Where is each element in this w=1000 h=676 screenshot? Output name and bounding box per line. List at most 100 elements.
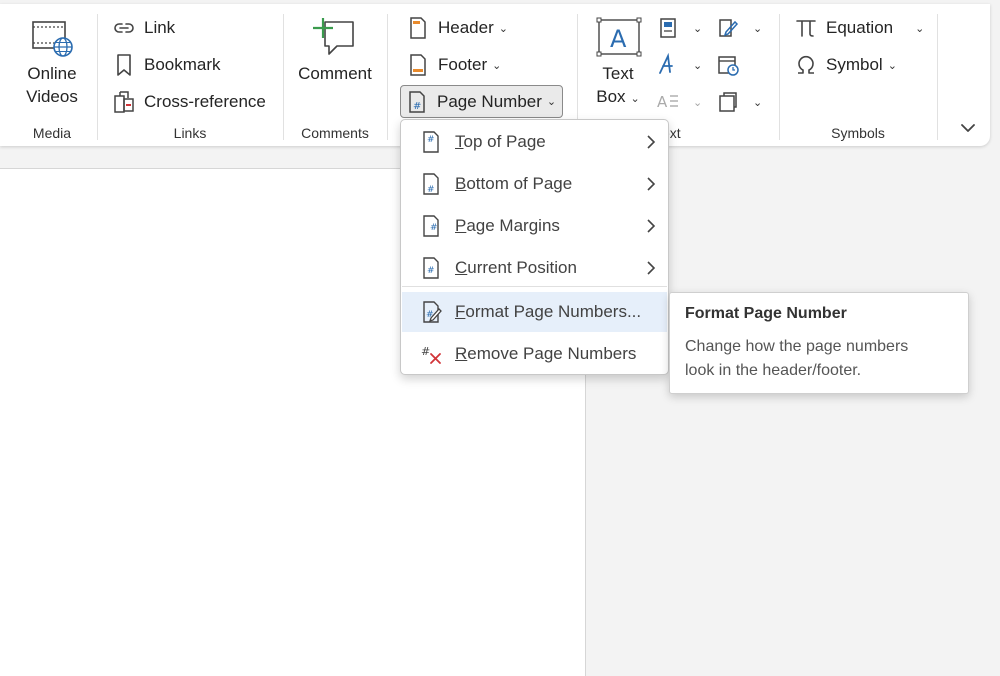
quick-parts-button[interactable]: ⌄ (656, 13, 702, 43)
chevron-down-icon: ⌄ (498, 22, 508, 35)
chevron-right-icon (647, 261, 656, 275)
chevron-down-icon: ⌄ (753, 22, 763, 35)
signature-line-icon (716, 16, 740, 40)
footer-button[interactable]: Footer ⌄ (406, 50, 501, 80)
svg-text:#: # (427, 135, 435, 145)
group-label-media: Media (32, 125, 72, 141)
svg-text:A: A (657, 93, 668, 111)
svg-text:#: # (427, 185, 435, 195)
cross-reference-label: Cross-reference (144, 92, 266, 111)
menu-item-current-position[interactable]: # Current Position (402, 248, 667, 288)
online-videos-icon (32, 21, 73, 57)
cross-reference-button[interactable]: Cross-reference (112, 87, 266, 117)
menu-item-label: Format Page Numbers... (455, 302, 642, 321)
remove-page-number-icon: # (419, 342, 443, 366)
bookmark-button[interactable]: Bookmark (112, 50, 221, 80)
page-number-icon: # (405, 90, 429, 114)
chevron-down-icon: ⌄ (887, 59, 897, 72)
comment-label: Comment (298, 64, 372, 83)
chevron-down-icon: ⌄ (693, 22, 703, 35)
drop-cap-button[interactable]: A ⌄ (656, 87, 702, 117)
object-icon (716, 90, 740, 114)
page-number-menu: # Top of Page # Bottom of Page # Page Ma… (400, 119, 669, 375)
menu-item-label: Bottom of Page (455, 174, 573, 193)
tooltip-body-line: look in the header/footer. (685, 362, 862, 379)
group-comments: Comment Comments (284, 4, 386, 146)
menu-item-label: Page Margins (455, 216, 560, 235)
text-box-button[interactable]: A Text Box ⌄ (590, 16, 646, 111)
text-box-icon: A (596, 17, 642, 57)
group-symbols: Equation ⌄ Symbol ⌄ Symbols (780, 4, 936, 146)
chevron-down-icon: ⌄ (546, 96, 557, 108)
svg-text:#: # (413, 101, 421, 112)
tooltip-title: Format Page Number (685, 305, 847, 322)
menu-divider (402, 286, 667, 287)
symbol-button[interactable]: Symbol ⌄ (794, 50, 897, 80)
svg-text:#: # (421, 345, 430, 358)
header-button[interactable]: Header ⌄ (406, 13, 508, 43)
drop-cap-icon: A (656, 90, 680, 114)
equation-button[interactable]: Equation ⌄ (794, 13, 924, 43)
page-top-number-icon: # (419, 130, 443, 154)
group-label-links: Links (173, 125, 207, 141)
symbol-label: Symbol (826, 55, 883, 74)
svg-text:#: # (430, 223, 438, 233)
bookmark-icon (112, 53, 136, 77)
chevron-down-icon: ⌄ (693, 96, 703, 109)
chevron-right-icon (647, 219, 656, 233)
header-label: Header (438, 18, 494, 37)
separator (937, 14, 938, 140)
comment-icon (313, 18, 354, 55)
equation-label: Equation (826, 18, 894, 37)
chevron-down-icon: ⌄ (753, 96, 763, 109)
text-box-label-2: Box ⌄ (596, 87, 640, 106)
link-icon (112, 16, 136, 40)
footer-icon (406, 53, 430, 77)
chevron-down-icon: ⌄ (693, 59, 703, 72)
pi-icon (794, 16, 818, 40)
comment-button[interactable]: Comment (294, 16, 376, 85)
link-label: Link (144, 18, 176, 37)
group-media: Online Videos Media (8, 4, 96, 146)
page-number-button[interactable]: # Page Number ⌄ (400, 85, 564, 118)
link-button[interactable]: Link (112, 13, 175, 43)
chevron-down-icon: ⌄ (630, 93, 640, 105)
online-videos-label-2: Videos (26, 87, 78, 106)
chevron-down-icon: ⌄ (915, 22, 925, 35)
wordart-button[interactable]: ⌄ (656, 50, 702, 80)
tooltip-format-page-number: Format Page Number Change how the page n… (669, 292, 969, 394)
online-videos-button[interactable]: Online Videos (20, 18, 84, 108)
menu-item-label: Current Position (455, 258, 577, 277)
chevron-right-icon (647, 177, 656, 191)
chevron-right-icon (647, 135, 656, 149)
menu-item-top-of-page[interactable]: # Top of Page (402, 122, 667, 162)
group-label-symbols: Symbols (831, 125, 885, 141)
menu-item-label: Top of Page (455, 132, 546, 151)
calendar-clock-icon (716, 53, 740, 77)
ribbon-expand-button[interactable] (956, 118, 980, 138)
signature-line-button[interactable]: ⌄ (716, 13, 762, 43)
wordart-icon (656, 53, 680, 77)
tooltip-body: Change how the page numbers look in the … (685, 335, 953, 383)
header-icon (406, 16, 430, 40)
menu-item-bottom-of-page[interactable]: # Bottom of Page (402, 164, 667, 204)
menu-item-label: Remove Page Numbers (455, 344, 637, 363)
bookmark-label: Bookmark (144, 55, 221, 74)
group-links: Link Bookmark Cross-reference Links (98, 4, 282, 146)
format-page-number-icon: # (419, 300, 443, 324)
menu-item-page-margins[interactable]: # Page Margins (402, 206, 667, 246)
online-videos-label-1: Online (27, 64, 77, 83)
text-box-label-1: Text (602, 64, 634, 83)
quick-parts-icon (656, 16, 680, 40)
group-label-comments: Comments (301, 125, 369, 141)
object-button[interactable]: ⌄ (716, 87, 762, 117)
menu-item-remove-page-numbers[interactable]: # Remove Page Numbers (402, 334, 667, 374)
page-number-label: Page Number (437, 91, 542, 111)
omega-icon (794, 53, 818, 77)
chevron-down-icon (961, 124, 975, 132)
footer-label: Footer (438, 55, 488, 74)
menu-item-format-page-numbers[interactable]: # Format Page Numbers... (402, 292, 667, 332)
date-time-button[interactable] (716, 50, 748, 80)
chevron-down-icon: ⌄ (492, 59, 502, 72)
svg-text:A: A (610, 25, 627, 53)
